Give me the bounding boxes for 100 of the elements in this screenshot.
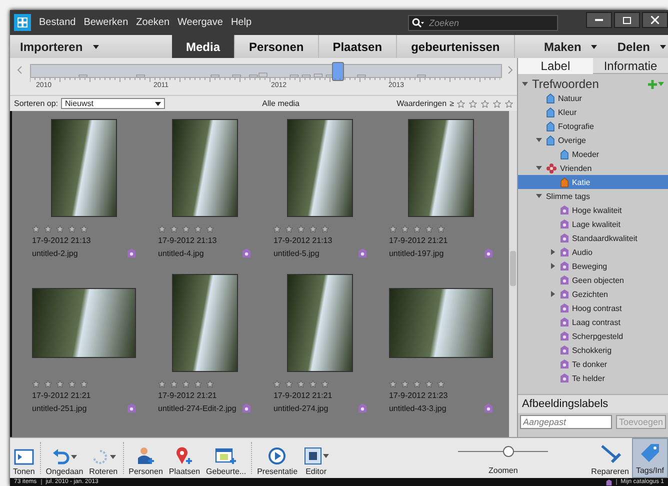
tree-item[interactable]: Te helder (518, 371, 668, 385)
tree-item[interactable]: Gezichten (518, 287, 668, 301)
tree-item[interactable]: Katie (518, 175, 668, 189)
search-field[interactable]: Zoeken (408, 14, 558, 30)
photo-placeholder[interactable] (172, 274, 238, 372)
menu-item[interactable]: Zoeken (136, 17, 170, 28)
collapsed-arrow-icon[interactable] (550, 263, 556, 269)
star-icon[interactable] (170, 225, 178, 233)
star-icon[interactable] (297, 225, 306, 233)
toolbar-button[interactable]: Gebeurte... (203, 438, 250, 478)
scrollbar[interactable] (508, 111, 517, 437)
maximize-button[interactable] (614, 12, 640, 28)
toolbar-button[interactable]: Tags/Inf (632, 438, 668, 478)
panel-tab[interactable]: Informatie (592, 58, 668, 74)
star-icon[interactable] (321, 225, 330, 233)
toolbar-button[interactable]: Repareren (588, 438, 632, 478)
tree-item[interactable]: Audio (518, 245, 668, 259)
scroll-left-icon[interactable] (17, 66, 22, 74)
star-icon[interactable] (68, 225, 76, 233)
tree-item[interactable]: Standaardkwaliteit (518, 231, 668, 245)
collapsed-arrow-icon[interactable] (550, 291, 556, 297)
toolbar-button[interactable]: Tonen (10, 438, 38, 478)
expanded-arrow-icon[interactable] (536, 193, 542, 199)
star-icon[interactable] (273, 225, 282, 233)
tree-item[interactable]: Laag contrast (518, 315, 668, 329)
star-icon[interactable] (273, 380, 282, 388)
expanded-arrow-icon[interactable] (536, 137, 542, 143)
photo-placeholder[interactable] (388, 288, 493, 358)
timeline-handle[interactable] (332, 62, 344, 81)
create-button[interactable]: Maken (534, 35, 608, 58)
star-icon[interactable] (297, 380, 306, 388)
star-icon[interactable] (388, 225, 397, 233)
photo-placeholder[interactable] (172, 119, 238, 217)
star-icon[interactable] (436, 380, 445, 388)
tree-item[interactable]: Overige (518, 133, 668, 147)
star-icon[interactable] (400, 380, 409, 388)
tree-item[interactable]: Natuur (518, 91, 668, 105)
star-icon[interactable] (170, 380, 178, 388)
tree-item[interactable]: Lage kwaliteit (518, 217, 668, 231)
star-icon[interactable] (321, 380, 330, 388)
star-icon[interactable] (182, 380, 190, 388)
tree-item[interactable]: Vrienden (518, 161, 668, 175)
minimize-button[interactable] (586, 12, 612, 28)
star-icon[interactable] (32, 380, 40, 388)
star-icon[interactable] (80, 225, 88, 233)
star-icon[interactable] (504, 100, 513, 108)
star-icon[interactable] (456, 100, 465, 108)
star-icon[interactable] (492, 100, 501, 108)
star-icon[interactable] (424, 380, 433, 388)
star-icon[interactable] (80, 380, 88, 388)
menu-item[interactable]: Help (230, 17, 252, 28)
nav-tab[interactable]: Media (172, 35, 236, 58)
tree-item[interactable]: Te donker (518, 357, 668, 371)
star-icon[interactable] (206, 380, 214, 388)
menu-item[interactable]: Bewerken (84, 17, 128, 28)
star-icon[interactable] (400, 225, 409, 233)
timeline-track[interactable] (30, 64, 502, 78)
tree-item[interactable]: Hoge kwaliteit (518, 203, 668, 217)
star-icon[interactable] (285, 225, 294, 233)
star-icon[interactable] (32, 225, 40, 233)
expanded-arrow-icon[interactable] (536, 165, 542, 171)
star-icon[interactable] (182, 225, 190, 233)
star-icon[interactable] (436, 225, 445, 233)
star-icon[interactable] (424, 225, 433, 233)
photo-placeholder[interactable] (408, 119, 474, 217)
photo-placeholder[interactable] (287, 119, 354, 217)
menu-item[interactable]: Bestand (39, 17, 76, 28)
star-icon[interactable] (412, 225, 421, 233)
panel-tab[interactable]: Label (518, 58, 593, 74)
close-button[interactable] (642, 12, 668, 28)
tree-item[interactable]: Geen objecten (518, 273, 668, 287)
star-icon[interactable] (68, 380, 76, 388)
add-icon[interactable] (648, 80, 664, 88)
scroll-right-icon[interactable] (508, 66, 513, 74)
collapsed-arrow-icon[interactable] (550, 249, 556, 255)
toolbar-button[interactable]: Presentatie (254, 438, 301, 478)
tree-item[interactable]: Schokkerig (518, 343, 668, 357)
photo-placeholder[interactable] (32, 288, 136, 358)
star-icon[interactable] (206, 225, 214, 233)
star-icon[interactable] (309, 225, 318, 233)
tree-item[interactable]: Moeder (518, 147, 668, 161)
menu-item[interactable]: Weergave (178, 17, 223, 28)
sort-dropdown[interactable]: Nieuwst (61, 98, 166, 109)
star-icon[interactable] (56, 225, 64, 233)
tree-item[interactable]: Kleur (518, 105, 668, 119)
tree-item[interactable]: Scherpgesteld (518, 329, 668, 343)
toolbar-button[interactable]: Ongedaan (42, 438, 86, 478)
star-icon[interactable] (388, 380, 397, 388)
slider-thumb[interactable] (502, 446, 514, 457)
photo-placeholder[interactable] (287, 274, 354, 372)
photo-placeholder[interactable] (51, 119, 117, 217)
import-button[interactable]: Importeren (10, 35, 160, 58)
ratings-operator[interactable]: ≥ (450, 99, 454, 108)
star-icon[interactable] (194, 225, 202, 233)
share-button[interactable]: Delen (607, 35, 668, 58)
toolbar-button[interactable]: Editor (300, 438, 332, 478)
toolbar-button[interactable]: Plaatsen (166, 438, 204, 478)
tree-item[interactable]: Slimme tags (518, 189, 668, 203)
star-icon[interactable] (158, 380, 166, 388)
tree-header[interactable]: Trefwoorden (518, 77, 668, 91)
